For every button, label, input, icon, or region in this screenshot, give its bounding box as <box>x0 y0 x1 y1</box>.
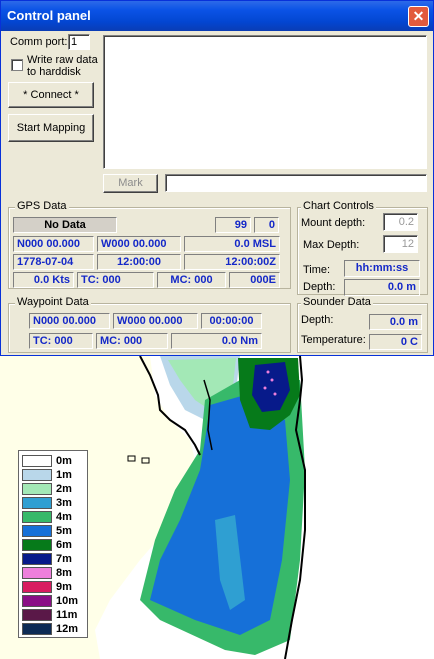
max-depth-label: Max Depth: <box>303 239 360 251</box>
start-mapping-button[interactable]: Start Mapping <box>8 114 94 142</box>
gps-lat: N000 00.000 <box>13 236 94 252</box>
close-button[interactable]: ✕ <box>408 6 429 27</box>
chart-depth-label: Depth: <box>303 281 336 293</box>
chart-depth-value: 0.0 m <box>344 279 420 296</box>
gps-satellites: 99 <box>215 217 251 233</box>
gps-status: No Data <box>13 217 117 233</box>
legend-swatch <box>22 497 52 509</box>
gps-true-course: TC: 000 <box>77 272 154 288</box>
legend-label: 0m <box>56 455 72 467</box>
waypoint-lat: N000 00.000 <box>29 313 110 329</box>
mount-depth-input[interactable]: 0.2 <box>383 213 418 231</box>
legend-swatch <box>22 623 52 635</box>
gps-variation: 000E <box>229 272 280 288</box>
gps-altitude: 0.0 MSL <box>184 236 280 252</box>
write-raw-label: Write raw data to harddisk <box>27 54 98 78</box>
legend-label: 7m <box>56 553 72 565</box>
legend-label: 9m <box>56 581 72 593</box>
gps-local-time: 12:00:00 <box>97 254 181 270</box>
time-label: Time: <box>303 264 331 276</box>
legend-swatch <box>22 553 52 565</box>
connect-button[interactable]: * Connect * <box>8 82 94 108</box>
waypoint-data-title: Waypoint Data <box>15 296 91 308</box>
title-bar[interactable]: Control panel ✕ <box>1 1 433 31</box>
legend-label: 10m <box>56 595 79 607</box>
depth-legend: 0m 1m 2m 3m 4m 5m 6m 7m 8m 9m 10m 11m 12m <box>18 450 88 638</box>
legend-swatch <box>22 511 52 523</box>
gps-magnetic-course: MC: 000 <box>157 272 226 288</box>
log-textarea[interactable] <box>103 35 427 169</box>
legend-label: 4m <box>56 511 72 523</box>
legend-swatch <box>22 455 52 467</box>
legend-swatch <box>22 525 52 537</box>
gps-lon: W000 00.000 <box>97 236 181 252</box>
mark-button[interactable]: Mark <box>103 174 158 193</box>
sounder-depth-value: 0.0 m <box>369 314 422 330</box>
legend-label: 5m <box>56 525 72 537</box>
waypoint-eta: 00:00:00 <box>201 313 262 329</box>
gps-utc-time: 12:00:00Z <box>184 254 280 270</box>
legend-swatch <box>22 567 52 579</box>
time-value: hh:mm:ss <box>344 260 420 277</box>
legend-label: 2m <box>56 483 72 495</box>
sounder-data-title: Sounder Data <box>301 296 373 308</box>
close-icon: ✕ <box>412 8 425 24</box>
waypoint-true-course: TC: 000 <box>29 333 93 349</box>
legend-label: 8m <box>56 567 72 579</box>
legend-swatch <box>22 581 52 593</box>
legend-swatch <box>22 609 52 621</box>
mark-note-input[interactable] <box>165 174 427 192</box>
legend-label: 12m <box>56 623 79 635</box>
gps-date: 1778-07-04 <box>13 254 94 270</box>
gps-data-title: GPS Data <box>15 200 69 212</box>
control-panel-window: Control panel ✕ Comm port: 1 Write raw d… <box>0 0 434 356</box>
legend-label: 1m <box>56 469 72 481</box>
comm-port-label: Comm port: <box>10 36 68 48</box>
gps-fix: 0 <box>254 217 279 233</box>
waypoint-lon: W000 00.000 <box>113 313 198 329</box>
write-raw-checkbox[interactable] <box>11 59 23 71</box>
mount-depth-label: Mount depth: <box>301 217 366 229</box>
legend-label: 11m <box>56 609 78 621</box>
legend-swatch <box>22 469 52 481</box>
window-title: Control panel <box>7 8 91 23</box>
chart-controls-title: Chart Controls <box>301 200 376 212</box>
waypoint-distance: 0.0 Nm <box>171 333 262 349</box>
comm-port-input[interactable]: 1 <box>68 34 90 50</box>
sounder-depth-label: Depth: <box>301 314 334 326</box>
legend-swatch <box>22 595 52 607</box>
waypoint-magnetic-course: MC: 000 <box>96 333 168 349</box>
legend-swatch <box>22 483 52 495</box>
legend-swatch <box>22 539 52 551</box>
legend-label: 6m <box>56 539 72 551</box>
temperature-value: 0 C <box>369 334 422 350</box>
temperature-label: Temperature: <box>301 334 366 346</box>
max-depth-input[interactable]: 12 <box>383 235 418 253</box>
legend-label: 3m <box>56 497 72 509</box>
gps-speed: 0.0 Kts <box>13 272 74 288</box>
